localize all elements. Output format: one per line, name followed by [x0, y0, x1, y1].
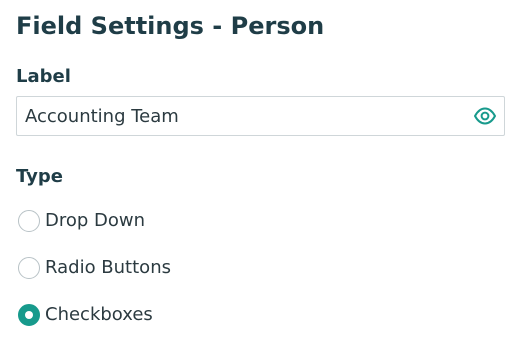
eye-icon[interactable]: [473, 105, 497, 127]
type-option-radio-buttons[interactable]: Radio Buttons: [18, 255, 171, 281]
label-input[interactable]: [17, 97, 457, 135]
type-option-label: Drop Down: [45, 210, 146, 231]
page-title: Field Settings - Person: [16, 12, 325, 40]
label-heading: Label: [16, 66, 71, 87]
type-option-checkboxes[interactable]: Checkboxes: [18, 302, 153, 328]
radio-radio-buttons[interactable]: [18, 257, 40, 279]
type-heading: Type: [16, 166, 63, 187]
type-option-label: Radio Buttons: [45, 257, 171, 278]
radio-drop-down[interactable]: [18, 210, 40, 232]
label-field: [16, 96, 505, 136]
type-option-drop-down[interactable]: Drop Down: [18, 208, 145, 234]
type-option-label: Checkboxes: [45, 304, 153, 325]
radio-checkboxes[interactable]: [18, 304, 40, 326]
